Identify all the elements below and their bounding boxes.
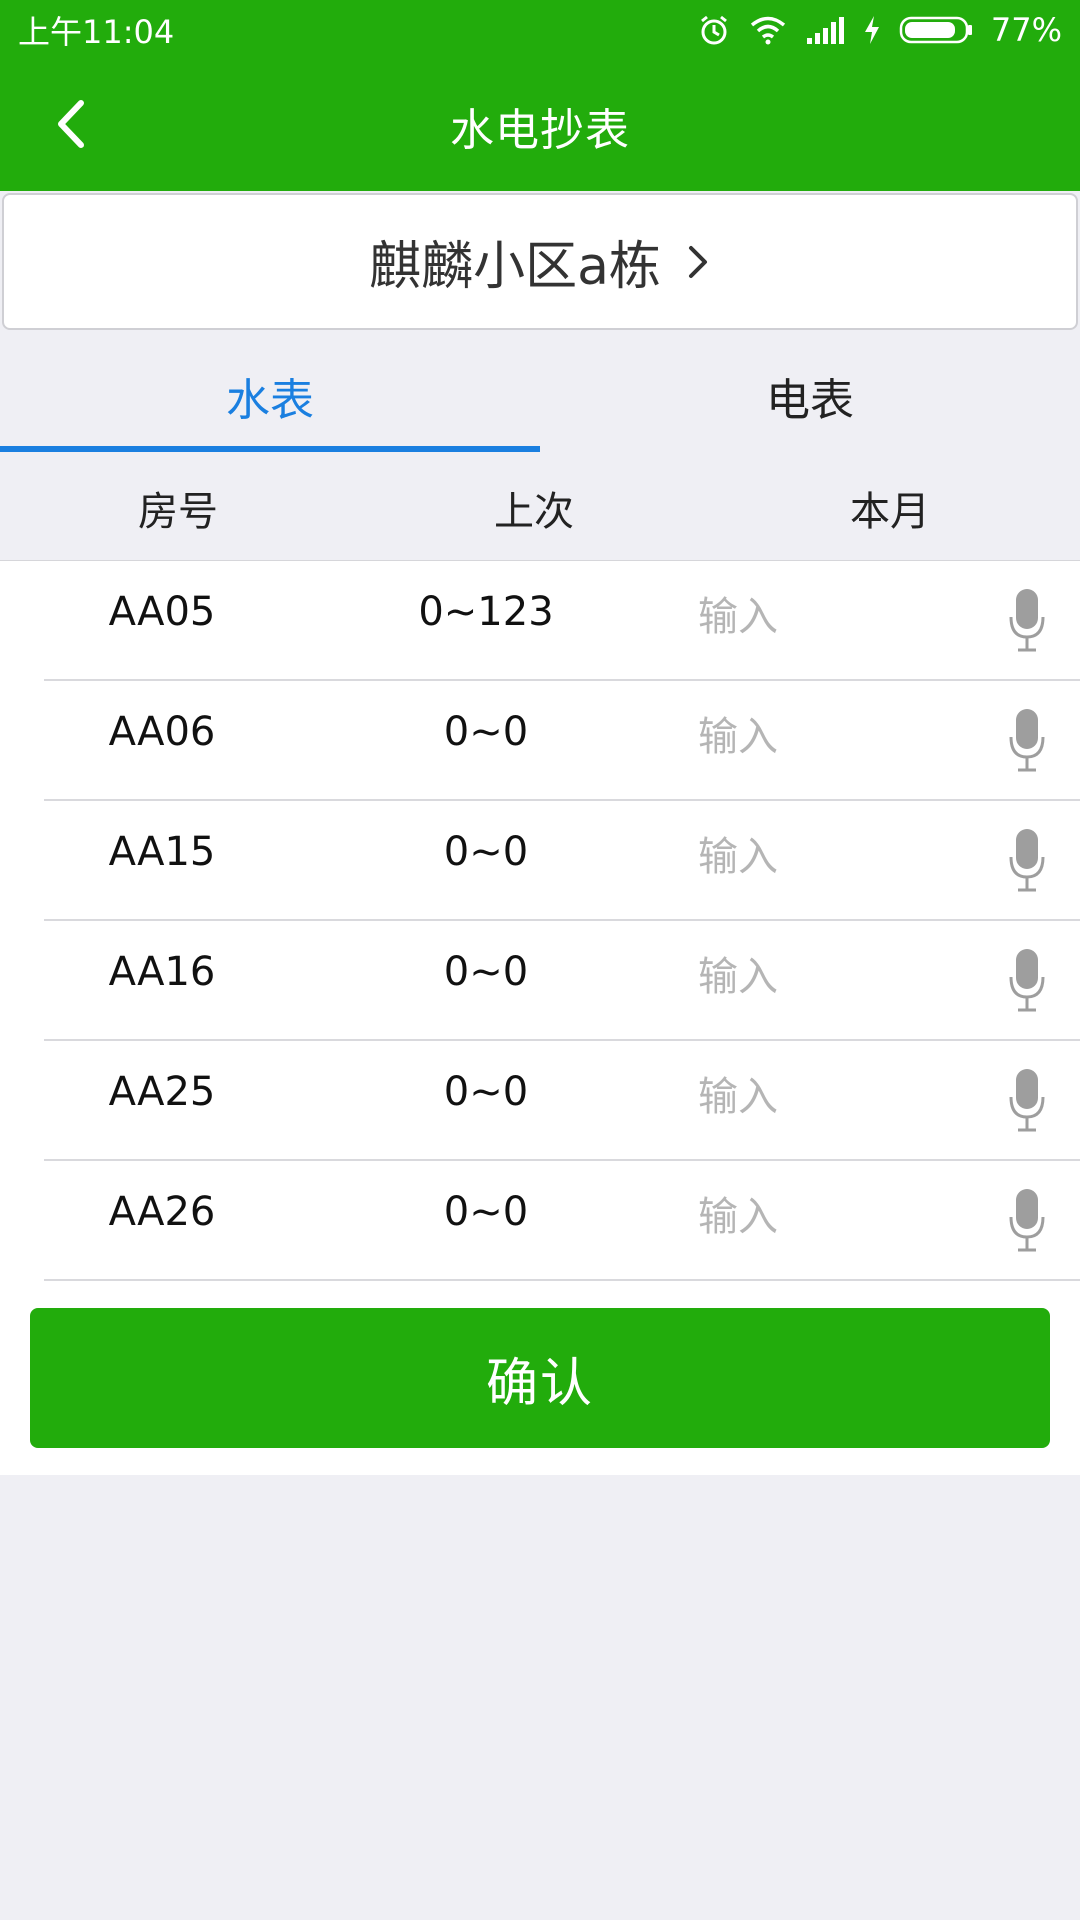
reading-input[interactable] xyxy=(698,829,898,885)
status-time: 上午11:04 xyxy=(18,13,175,51)
reading-input[interactable] xyxy=(698,589,898,645)
last-reading: 0~0 xyxy=(443,949,529,995)
room-number: AA16 xyxy=(108,949,216,995)
last-reading: 0~0 xyxy=(443,829,529,875)
last-reading: 0~0 xyxy=(443,1069,529,1115)
reading-input[interactable] xyxy=(698,709,898,765)
confirm-button[interactable]: 确认 xyxy=(30,1308,1050,1448)
table-row: AA05 0~123 xyxy=(44,561,1080,681)
chevron-right-icon xyxy=(687,242,711,282)
room-number: AA05 xyxy=(108,589,216,635)
room-number: AA15 xyxy=(108,829,216,875)
header-last: 上次 xyxy=(494,489,574,535)
status-icons: 77% xyxy=(697,11,1062,49)
microphone-icon[interactable] xyxy=(1002,705,1052,775)
status-bar: 上午11:04 77% xyxy=(0,0,1080,60)
table-header: 房号 上次 本月 xyxy=(0,456,1080,560)
charging-icon xyxy=(863,15,881,45)
reading-input[interactable] xyxy=(698,1189,898,1245)
table-row: AA25 0~0 xyxy=(44,1041,1080,1161)
room-number: AA26 xyxy=(108,1189,216,1235)
microphone-icon[interactable] xyxy=(1002,945,1052,1015)
meter-tabs: 水表 电表 xyxy=(0,338,1080,454)
table-row: AA26 0~0 xyxy=(44,1161,1080,1281)
battery-icon xyxy=(899,15,973,45)
header-room: 房号 xyxy=(138,489,218,535)
table-row: AA15 0~0 xyxy=(44,801,1080,921)
building-name: 麒麟小区a栋 xyxy=(369,237,661,297)
back-button[interactable] xyxy=(44,100,96,152)
microphone-icon[interactable] xyxy=(1002,1185,1052,1255)
last-reading: 0~0 xyxy=(443,709,529,755)
alarm-icon xyxy=(697,13,731,47)
building-selector[interactable]: 麒麟小区a栋 xyxy=(2,193,1078,330)
table-row: AA06 0~0 xyxy=(44,681,1080,801)
tab-water-meter[interactable]: 水表 xyxy=(0,338,540,454)
last-reading: 0~0 xyxy=(443,1189,529,1235)
tab-water-meter-label: 水表 xyxy=(226,375,314,426)
tab-electric-meter-label: 电表 xyxy=(766,375,854,426)
chevron-left-icon xyxy=(53,99,87,153)
wifi-icon xyxy=(749,15,787,45)
tab-electric-meter[interactable]: 电表 xyxy=(540,338,1080,454)
app-bar: 水电抄表 xyxy=(0,60,1080,191)
battery-percent: 77% xyxy=(990,11,1062,49)
table-row: AA16 0~0 xyxy=(44,921,1080,1041)
microphone-icon[interactable] xyxy=(1002,585,1052,655)
page-title: 水电抄表 xyxy=(450,104,630,156)
reading-input[interactable] xyxy=(698,1069,898,1125)
header-this-month: 本月 xyxy=(850,489,930,535)
last-reading: 0~123 xyxy=(418,589,554,635)
microphone-icon[interactable] xyxy=(1002,825,1052,895)
signal-icon xyxy=(805,16,845,44)
room-number: AA06 xyxy=(108,709,216,755)
tab-active-indicator xyxy=(0,446,540,452)
microphone-icon[interactable] xyxy=(1002,1065,1052,1135)
reading-input[interactable] xyxy=(698,949,898,1005)
room-number: AA25 xyxy=(108,1069,216,1115)
